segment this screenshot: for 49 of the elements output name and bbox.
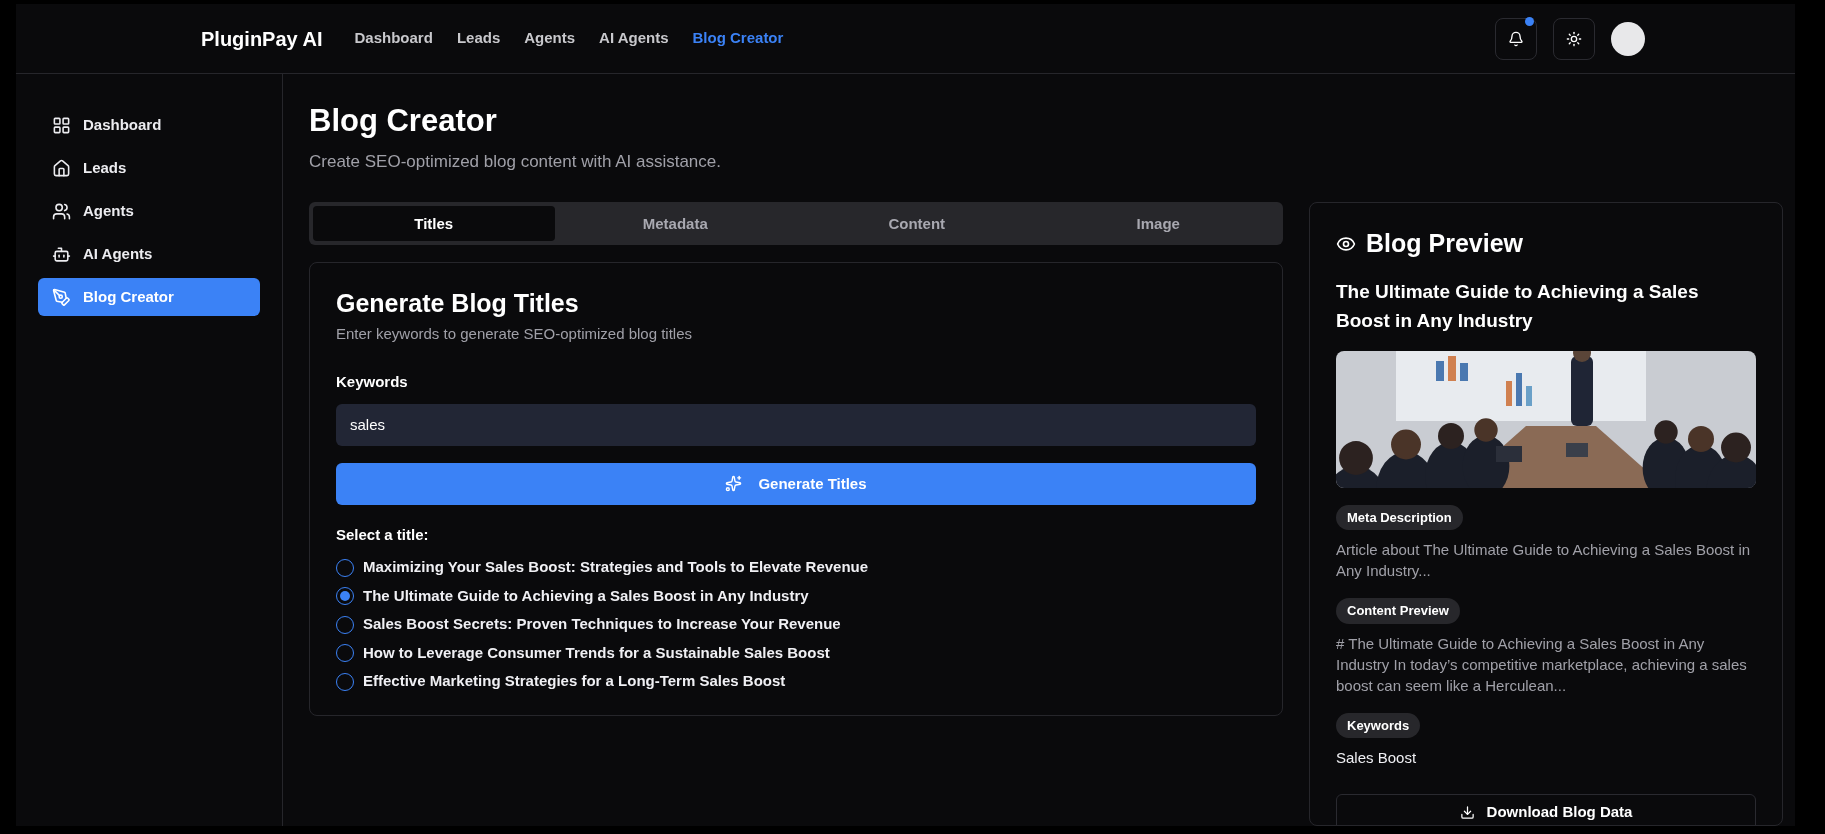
notification-button[interactable] (1495, 17, 1537, 60)
sidebar-item[interactable]: Blog Creator (38, 278, 260, 316)
bell-icon (1508, 30, 1524, 47)
preview-heading: Blog Preview (1366, 228, 1523, 259)
nav-link[interactable]: Blog Creator (692, 27, 784, 50)
title-option[interactable]: Effective Marketing Strategies for a Long-Term Sales Boost (363, 670, 786, 693)
brand-name[interactable]: PluginPay AI (201, 23, 323, 54)
sidebar-item[interactable]: AI Agents (38, 235, 260, 273)
home-icon (52, 158, 71, 178)
section-text: Article about The Ultimate Guide to Achieving a Sales Boost in Any Industry... (1336, 540, 1752, 581)
generate-titles-button[interactable]: Generate Titles (336, 462, 1256, 505)
download-button[interactable]: Download Blog Data (1336, 793, 1756, 825)
preview-title: The Ultimate Guide to Achieving a Sales Boost in Any Industry (1336, 279, 1700, 333)
title-option[interactable]: Sales Boost Secrets: Proven Techniques to Increase Your Revenue (363, 613, 841, 636)
grid-icon (52, 115, 71, 135)
field-label: Keywords (336, 372, 409, 393)
theme-toggle-button[interactable] (1553, 17, 1595, 60)
section-text: Sales Boost (1336, 748, 1418, 768)
sun-icon (1566, 30, 1582, 47)
robot-icon (52, 244, 71, 264)
avatar[interactable] (1611, 21, 1645, 56)
section-badge: Content Preview (1336, 598, 1460, 624)
sparkles-icon (725, 475, 743, 493)
title-option[interactable]: How to Leverage Consumer Trends for a Sustainable Sales Boost (363, 641, 830, 665)
section-badge: Keywords (1336, 712, 1421, 738)
tab[interactable]: Image (1037, 206, 1279, 242)
keywords-field[interactable]: sales (336, 403, 1256, 446)
select-label: Select a title: (336, 524, 430, 545)
card-subheading: Enter keywords to generate SEO-optimized blog titles (336, 323, 693, 344)
page-subtitle: Create SEO-optimized blog content with AI assistance. (309, 150, 722, 173)
sidebar-item[interactable]: Leads (38, 149, 260, 187)
title-option[interactable]: The Ultimate Guide to Achieving a Sales Boost in Any Industry (363, 584, 809, 608)
users-icon (52, 201, 71, 221)
card-heading: Generate Blog Titles (336, 288, 580, 320)
section-text: # The Ultimate Guide to Achieving a Sales Boost in Any Industry In today’s competitive marketplace, achieving a sales boost can seem like a Herculean... (1336, 633, 1748, 696)
nav-link[interactable]: Dashboard (354, 27, 433, 50)
nav-link[interactable]: AI Agents (599, 27, 669, 50)
sidebar-item[interactable]: Dashboard (38, 106, 260, 144)
download-icon (1459, 805, 1475, 820)
sidebar-item[interactable]: Agents (38, 192, 260, 230)
pen-icon (52, 287, 71, 307)
title-option[interactable]: Maximizing Your Sales Boost: Strategies and Tools to Elevate Revenue (363, 556, 869, 579)
nav-link[interactable]: Agents (524, 27, 576, 50)
tab[interactable]: Content (796, 206, 1038, 242)
tab[interactable]: Metadata (554, 206, 796, 242)
section-badge: Meta Description (1336, 504, 1463, 530)
page-title: Blog Creator (309, 102, 498, 140)
nav-link[interactable]: Leads (456, 27, 501, 50)
tab[interactable]: Titles (313, 206, 555, 242)
